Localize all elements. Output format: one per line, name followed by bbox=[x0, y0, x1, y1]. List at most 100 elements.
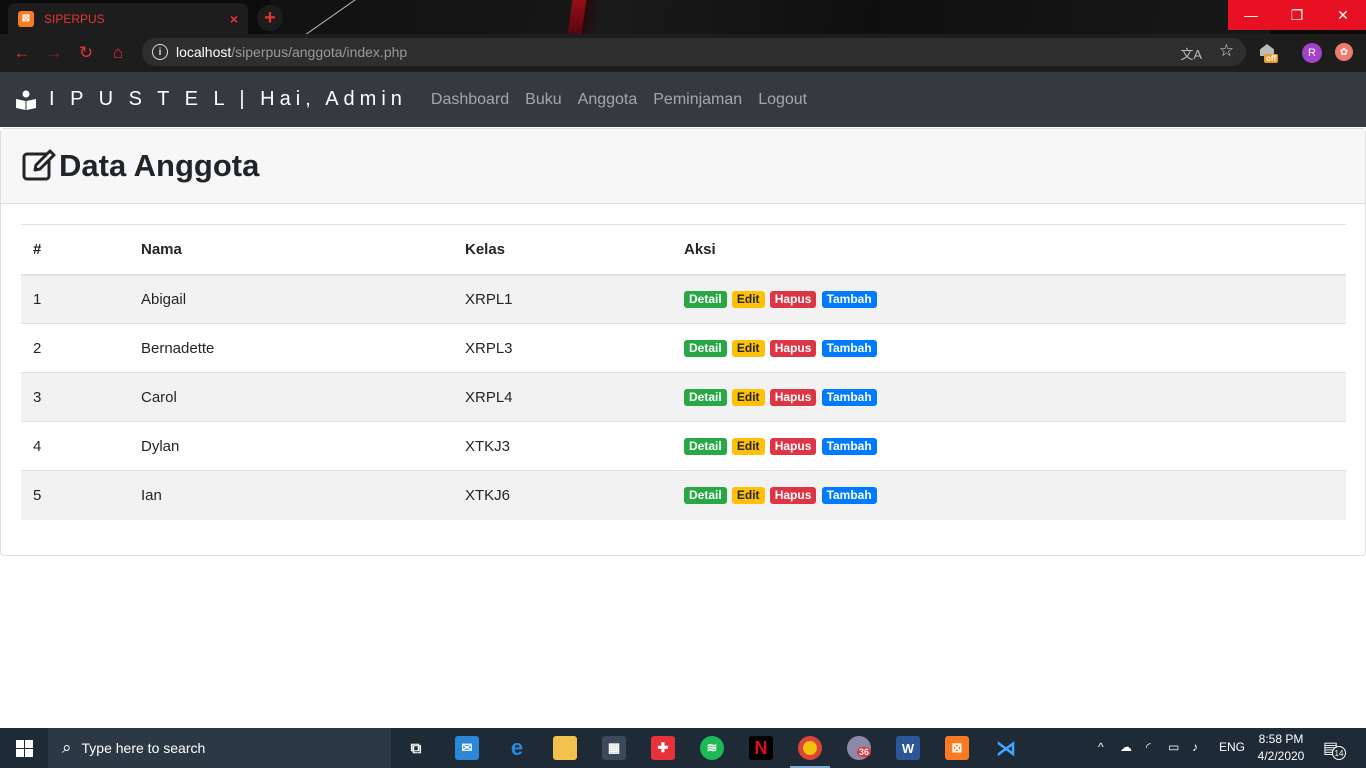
wifi-icon[interactable]: ◜ bbox=[1146, 740, 1151, 754]
cell-number: 5 bbox=[21, 470, 129, 520]
table-row: 3 Carol XRPL4 Detail Edit Hapus Tambah bbox=[21, 372, 1346, 422]
task-view-icon[interactable]: ⧉ bbox=[404, 736, 428, 760]
edit-button[interactable]: Edit bbox=[731, 291, 765, 309]
address-bar[interactable]: i localhost/siperpus/anggota/index.php 文… bbox=[142, 38, 1246, 66]
new-tab-button[interactable]: + bbox=[257, 5, 283, 31]
hapus-button[interactable]: Hapus bbox=[769, 487, 817, 505]
netflix-icon[interactable]: N bbox=[749, 736, 773, 760]
tab-title: SIPERPUS bbox=[44, 11, 105, 26]
taskbar-search[interactable]: ⌕ Type here to search bbox=[48, 728, 391, 768]
store-icon[interactable]: ▦ bbox=[602, 736, 626, 760]
col-header-kelas: Kelas bbox=[453, 224, 672, 276]
profile-avatar[interactable]: R bbox=[1302, 43, 1322, 63]
back-icon[interactable]: ← bbox=[12, 43, 32, 63]
nav-dashboard[interactable]: Dashboard bbox=[431, 91, 509, 109]
xampp-icon: ⊠ bbox=[18, 10, 34, 27]
cell-kelas: XRPL3 bbox=[453, 323, 672, 373]
navbar-brand[interactable]: I P U S T E L | Hai, Admin bbox=[15, 88, 407, 111]
extension-flower-icon[interactable]: ✿ bbox=[1335, 43, 1353, 61]
hapus-button[interactable]: Hapus bbox=[769, 438, 817, 455]
close-tab-icon[interactable]: × bbox=[230, 11, 238, 27]
word-icon[interactable]: W bbox=[896, 736, 920, 760]
mail-icon[interactable]: ✉ bbox=[455, 736, 479, 760]
forward-icon[interactable]: → bbox=[44, 43, 64, 63]
theme-background bbox=[270, 0, 1270, 34]
tambah-button[interactable]: Tambah bbox=[821, 389, 877, 406]
edit-icon bbox=[22, 149, 56, 181]
edit-button[interactable]: Edit bbox=[731, 389, 765, 406]
chrome-profile-icon[interactable]: 36 bbox=[847, 736, 872, 760]
notification-count: 14 bbox=[1332, 746, 1346, 760]
onedrive-icon[interactable]: ☁ bbox=[1120, 740, 1132, 754]
cell-kelas: XRPL1 bbox=[453, 274, 672, 324]
translate-icon[interactable]: 文A bbox=[1180, 44, 1202, 63]
col-header-aksi: Aksi bbox=[672, 224, 1346, 276]
windows-taskbar: ⌕ Type here to search ⧉ ✉ e ▦ ✚ ≋ N 36 W… bbox=[0, 728, 1366, 768]
site-info-icon[interactable]: i bbox=[152, 44, 168, 60]
notification-icon[interactable]: ▤ 14 bbox=[1323, 738, 1346, 760]
chrome-icon[interactable] bbox=[798, 736, 822, 760]
search-placeholder: Type here to search bbox=[81, 740, 206, 756]
cell-kelas: XTKJ6 bbox=[453, 470, 672, 520]
language-indicator[interactable]: ENG bbox=[1219, 740, 1245, 754]
spotify-icon[interactable]: ≋ bbox=[700, 736, 724, 760]
card-body: # Nama Kelas Aksi 1 Abigail XRPL1 Detail… bbox=[1, 204, 1365, 540]
tambah-button[interactable]: Tambah bbox=[821, 438, 877, 455]
detail-button[interactable]: Detail bbox=[684, 291, 727, 309]
nav-peminjaman[interactable]: Peminjaman bbox=[653, 91, 742, 109]
home-icon[interactable]: ⌂ bbox=[108, 43, 128, 63]
cell-aksi: Detail Edit Hapus Tambah bbox=[672, 470, 1346, 520]
browser-tab[interactable]: ⊠ SIPERPUS × bbox=[8, 3, 248, 34]
bookmark-star-icon[interactable]: ☆ bbox=[1219, 41, 1234, 61]
cell-number: 1 bbox=[21, 274, 129, 324]
edge-icon[interactable]: e bbox=[505, 735, 529, 760]
restore-icon[interactable]: ❐ bbox=[1274, 0, 1320, 30]
nav-logout[interactable]: Logout bbox=[758, 91, 807, 109]
gift-icon[interactable]: ✚ bbox=[651, 736, 675, 760]
cell-aksi: Detail Edit Hapus Tambah bbox=[672, 421, 1346, 471]
cell-kelas: XTKJ3 bbox=[453, 421, 672, 471]
tambah-button[interactable]: Tambah bbox=[821, 291, 877, 309]
col-header-nama: Nama bbox=[129, 224, 453, 276]
reload-icon[interactable]: ↻ bbox=[76, 43, 96, 63]
edit-button[interactable]: Edit bbox=[731, 438, 765, 455]
table-row: 1 Abigail XRPL1 Detail Edit Hapus Tambah bbox=[21, 274, 1346, 324]
detail-button[interactable]: Detail bbox=[684, 487, 727, 505]
extension-icon[interactable]: off bbox=[1258, 42, 1280, 64]
cell-nama: Carol bbox=[129, 372, 453, 422]
cell-nama: Abigail bbox=[129, 274, 453, 324]
start-button[interactable] bbox=[0, 728, 48, 768]
detail-button[interactable]: Detail bbox=[684, 389, 727, 406]
table-row: 5 Ian XTKJ6 Detail Edit Hapus Tambah bbox=[21, 470, 1346, 520]
detail-button[interactable]: Detail bbox=[684, 438, 727, 455]
browser-tab-strip: ⊠ SIPERPUS × + — ❐ ✕ bbox=[0, 0, 1366, 34]
hapus-button[interactable]: Hapus bbox=[769, 291, 817, 309]
hapus-button[interactable]: Hapus bbox=[769, 340, 817, 357]
hapus-button[interactable]: Hapus bbox=[769, 389, 817, 406]
battery-icon[interactable]: ▭ bbox=[1168, 740, 1179, 754]
close-window-icon[interactable]: ✕ bbox=[1320, 0, 1366, 30]
table-row: 2 Bernadette XRPL3 Detail Edit Hapus Tam… bbox=[21, 323, 1346, 373]
cell-kelas: XRPL4 bbox=[453, 372, 672, 422]
clock[interactable]: 8:58 PM 4/2/2020 bbox=[1256, 731, 1306, 765]
xampp-taskbar-icon[interactable]: ⊠ bbox=[945, 736, 969, 760]
tambah-button[interactable]: Tambah bbox=[821, 340, 877, 357]
chevron-up-icon[interactable]: ^ bbox=[1098, 740, 1104, 754]
edit-button[interactable]: Edit bbox=[731, 340, 765, 357]
tambah-button[interactable]: Tambah bbox=[821, 487, 877, 505]
detail-button[interactable]: Detail bbox=[684, 340, 727, 357]
file-explorer-icon[interactable] bbox=[553, 736, 577, 760]
cell-number: 2 bbox=[21, 323, 129, 373]
extension-badge: off bbox=[1264, 54, 1279, 63]
url-host: localhost bbox=[176, 44, 232, 60]
nav-anggota[interactable]: Anggota bbox=[578, 91, 638, 109]
volume-icon[interactable]: ♪ bbox=[1192, 740, 1198, 754]
table-row: 4 Dylan XTKJ3 Detail Edit Hapus Tambah bbox=[21, 421, 1346, 471]
edit-button[interactable]: Edit bbox=[731, 487, 765, 505]
url-path: /siperpus/anggota/index.php bbox=[231, 44, 408, 60]
clock-date: 4/2/2020 bbox=[1257, 749, 1305, 763]
vscode-icon[interactable]: ⋊ bbox=[994, 736, 1018, 760]
minimize-icon[interactable]: — bbox=[1228, 0, 1274, 30]
windows-logo-icon bbox=[15, 739, 33, 757]
nav-buku[interactable]: Buku bbox=[525, 91, 561, 109]
